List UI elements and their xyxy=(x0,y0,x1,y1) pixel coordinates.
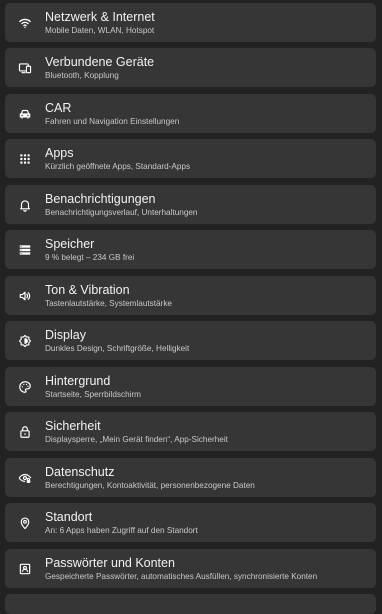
privacy-eye-icon xyxy=(5,458,45,497)
settings-item-title: Datenschutz xyxy=(45,464,115,479)
settings-item-title: Passwörter und Konten xyxy=(45,555,175,570)
settings-item-passwords-accounts[interactable]: Passwörter und Konten Gespeicherte Passw… xyxy=(5,549,376,588)
settings-item-title: Apps xyxy=(45,145,74,160)
settings-item-apps[interactable]: Apps Kürzlich geöffnete Apps, Standard-A… xyxy=(5,139,376,178)
settings-item-title: Sicherheit xyxy=(45,418,101,433)
settings-item-subtitle: Bluetooth, Kopplung xyxy=(45,70,119,80)
settings-item-network[interactable]: Netzwerk & Internet Mobile Daten, WLAN, … xyxy=(5,3,376,42)
settings-item-title: Ton & Vibration xyxy=(45,282,130,297)
settings-item-title: Benachrichtigungen xyxy=(45,191,156,206)
settings-item-subtitle: Benachrichtigungsverlauf, Unterhaltungen xyxy=(45,207,198,217)
settings-item-notifications[interactable]: Benachrichtigungen Benachrichtigungsverl… xyxy=(5,185,376,224)
settings-item-display[interactable]: Display Dunkles Design, Schriftgröße, He… xyxy=(5,321,376,360)
volume-icon xyxy=(5,276,45,315)
settings-item-subtitle: Displaysperre, „Mein Gerät finden“, App-… xyxy=(45,434,228,444)
location-pin-icon xyxy=(5,503,45,542)
settings-item-title: CAR xyxy=(45,100,72,115)
settings-item-subtitle: 9 % belegt – 234 GB frei xyxy=(45,252,135,262)
lock-icon xyxy=(5,412,45,451)
bell-icon xyxy=(5,185,45,224)
settings-item-subtitle: Berechtigungen, Kontoaktivität, personen… xyxy=(45,480,255,490)
settings-item-title: Standort xyxy=(45,509,93,524)
password-account-icon xyxy=(5,549,45,588)
settings-item-subtitle: Mobile Daten, WLAN, Hotspot xyxy=(45,25,155,35)
connected-devices-icon xyxy=(5,48,45,87)
settings-item-title: Netzwerk & Internet xyxy=(45,9,155,24)
settings-item-title: Display xyxy=(45,327,86,342)
settings-item-title: Speicher xyxy=(45,236,95,251)
settings-item-title: Hintergrund xyxy=(45,373,111,388)
settings-item-next-partial[interactable] xyxy=(5,594,376,614)
settings-item-subtitle: Fahren und Navigation Einstellungen xyxy=(45,116,180,126)
settings-item-connected-devices[interactable]: Verbundene Geräte Bluetooth, Kopplung xyxy=(5,48,376,87)
settings-item-wallpaper[interactable]: Hintergrund Startseite, Sperrbildschirm xyxy=(5,367,376,406)
settings-item-subtitle: An: 6 Apps haben Zugriff auf den Standor… xyxy=(45,525,198,535)
settings-item-security[interactable]: Sicherheit Displaysperre, „Mein Gerät fi… xyxy=(5,412,376,451)
wifi-icon xyxy=(5,3,45,42)
settings-item-subtitle: Gespeicherte Passwörter, automatisches A… xyxy=(45,571,318,581)
settings-list: Netzwerk & Internet Mobile Daten, WLAN, … xyxy=(0,0,382,614)
storage-icon xyxy=(5,230,45,269)
palette-icon xyxy=(5,367,45,406)
settings-item-title: Verbundene Geräte xyxy=(45,54,155,69)
settings-item-storage[interactable]: Speicher 9 % belegt – 234 GB frei xyxy=(5,230,376,269)
brightness-icon xyxy=(5,321,45,360)
settings-item-sound[interactable]: Ton & Vibration Tastenlautstärke, System… xyxy=(5,276,376,315)
settings-item-privacy[interactable]: Datenschutz Berechtigungen, Kontoaktivit… xyxy=(5,458,376,497)
apps-grid-icon xyxy=(5,139,45,178)
settings-item-car[interactable]: CAR Fahren und Navigation Einstellungen xyxy=(5,94,376,133)
settings-item-subtitle: Dunkles Design, Schriftgröße, Helligkeit xyxy=(45,343,190,353)
car-icon xyxy=(5,94,45,133)
settings-item-subtitle: Kürzlich geöffnete Apps, Standard-Apps xyxy=(45,161,191,171)
settings-item-location[interactable]: Standort An: 6 Apps haben Zugriff auf de… xyxy=(5,503,376,542)
settings-item-subtitle: Tastenlautstärke, Systemlautstärke xyxy=(45,298,172,308)
settings-item-subtitle: Startseite, Sperrbildschirm xyxy=(45,389,142,399)
